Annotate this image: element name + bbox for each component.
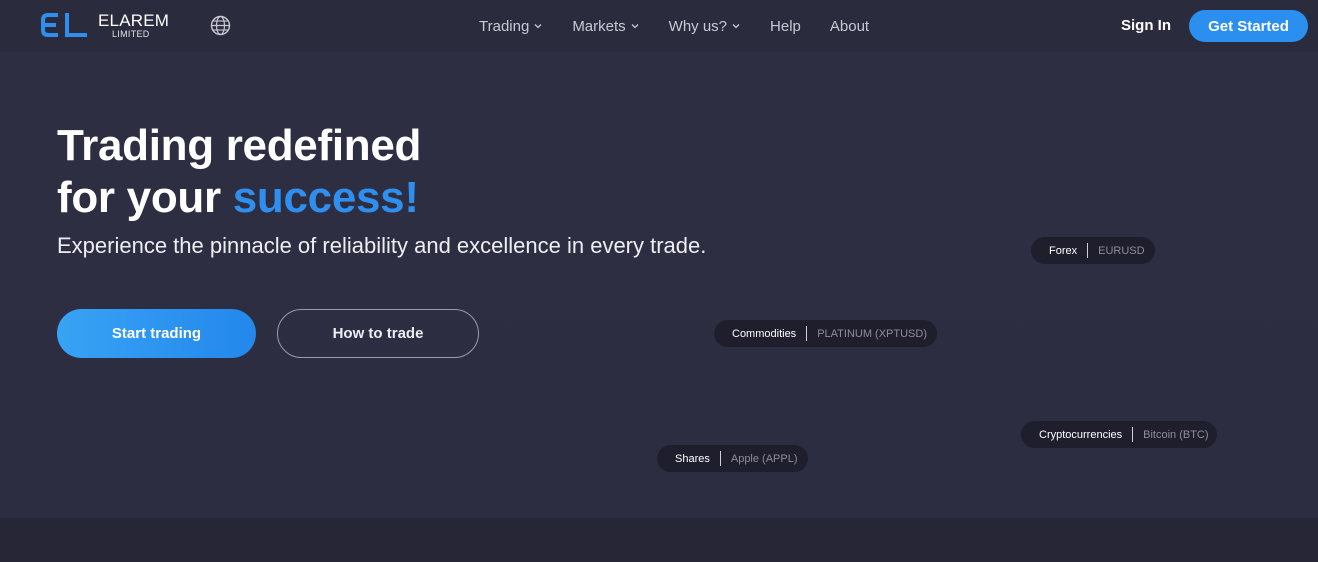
hero-title: Trading redefined for your success! xyxy=(57,120,421,224)
nav-item-about[interactable]: About xyxy=(830,18,869,35)
sign-in-link[interactable]: Sign In xyxy=(1121,17,1171,34)
brand-name: ELAREM xyxy=(98,10,170,30)
tag-divider xyxy=(719,451,721,466)
get-started-button[interactable]: Get Started xyxy=(1189,10,1308,42)
tag-divider xyxy=(1132,427,1134,442)
tag-divider xyxy=(806,326,808,341)
hero-title-accent: success! xyxy=(232,173,419,222)
hero-title-line-2-prefix: for your xyxy=(57,173,233,222)
hero-title-line-1: Trading redefined xyxy=(57,121,422,170)
brand-subtitle: LIMITED xyxy=(112,28,150,39)
tag-divider xyxy=(1087,243,1089,258)
market-tag-shares[interactable]: Shares Apple (APPL) xyxy=(657,445,808,472)
nav-item-markets[interactable]: Markets xyxy=(572,17,639,35)
tag-category: Cryptocurrencies xyxy=(1039,428,1123,441)
top-navbar: ELAREM LIMITED Trading Markets Why us? H… xyxy=(0,0,1318,52)
nav-item-label: Help xyxy=(770,17,801,35)
market-tag-cryptocurrencies[interactable]: Cryptocurrencies Bitcoin (BTC) xyxy=(1021,421,1217,448)
market-tag-commodities[interactable]: Commodities PLATINUM (XPTUSD) xyxy=(714,320,937,347)
brand-logo[interactable]: ELAREM LIMITED xyxy=(40,10,169,40)
tag-instrument: Apple (APPL) xyxy=(730,452,798,465)
tag-instrument: EURUSD xyxy=(1098,244,1145,257)
tag-category: Shares xyxy=(675,452,710,465)
chevron-down-icon xyxy=(631,24,639,29)
nav-item-help[interactable]: Help xyxy=(770,18,801,35)
market-tag-forex[interactable]: Forex EURUSD xyxy=(1031,237,1155,264)
next-section-band xyxy=(0,518,1318,562)
main-nav: Trading Markets Why us? Help About xyxy=(479,0,869,52)
nav-item-why-us[interactable]: Why us? xyxy=(669,18,740,35)
nav-item-label: Why us? xyxy=(668,17,728,35)
how-to-trade-button[interactable]: How to trade xyxy=(277,309,479,358)
hero-subtitle: Experience the pinnacle of reliability a… xyxy=(57,233,707,258)
tag-category: Forex xyxy=(1049,244,1078,257)
nav-item-trading[interactable]: Trading xyxy=(479,18,542,35)
chevron-down-icon xyxy=(534,24,542,29)
tag-instrument: Bitcoin (BTC) xyxy=(1143,428,1209,441)
nav-item-label: Markets xyxy=(572,17,626,35)
logo-wordmark: ELAREM LIMITED xyxy=(98,12,169,39)
chevron-down-icon xyxy=(732,24,740,29)
elarem-logo-mark-icon xyxy=(41,13,87,37)
tag-category: Commodities xyxy=(732,327,797,340)
nav-item-label: Trading xyxy=(479,17,530,35)
nav-item-label: About xyxy=(829,17,870,35)
start-trading-button[interactable]: Start trading xyxy=(57,309,256,358)
globe-icon[interactable] xyxy=(210,15,231,36)
tag-instrument: PLATINUM (XPTUSD) xyxy=(817,327,927,340)
